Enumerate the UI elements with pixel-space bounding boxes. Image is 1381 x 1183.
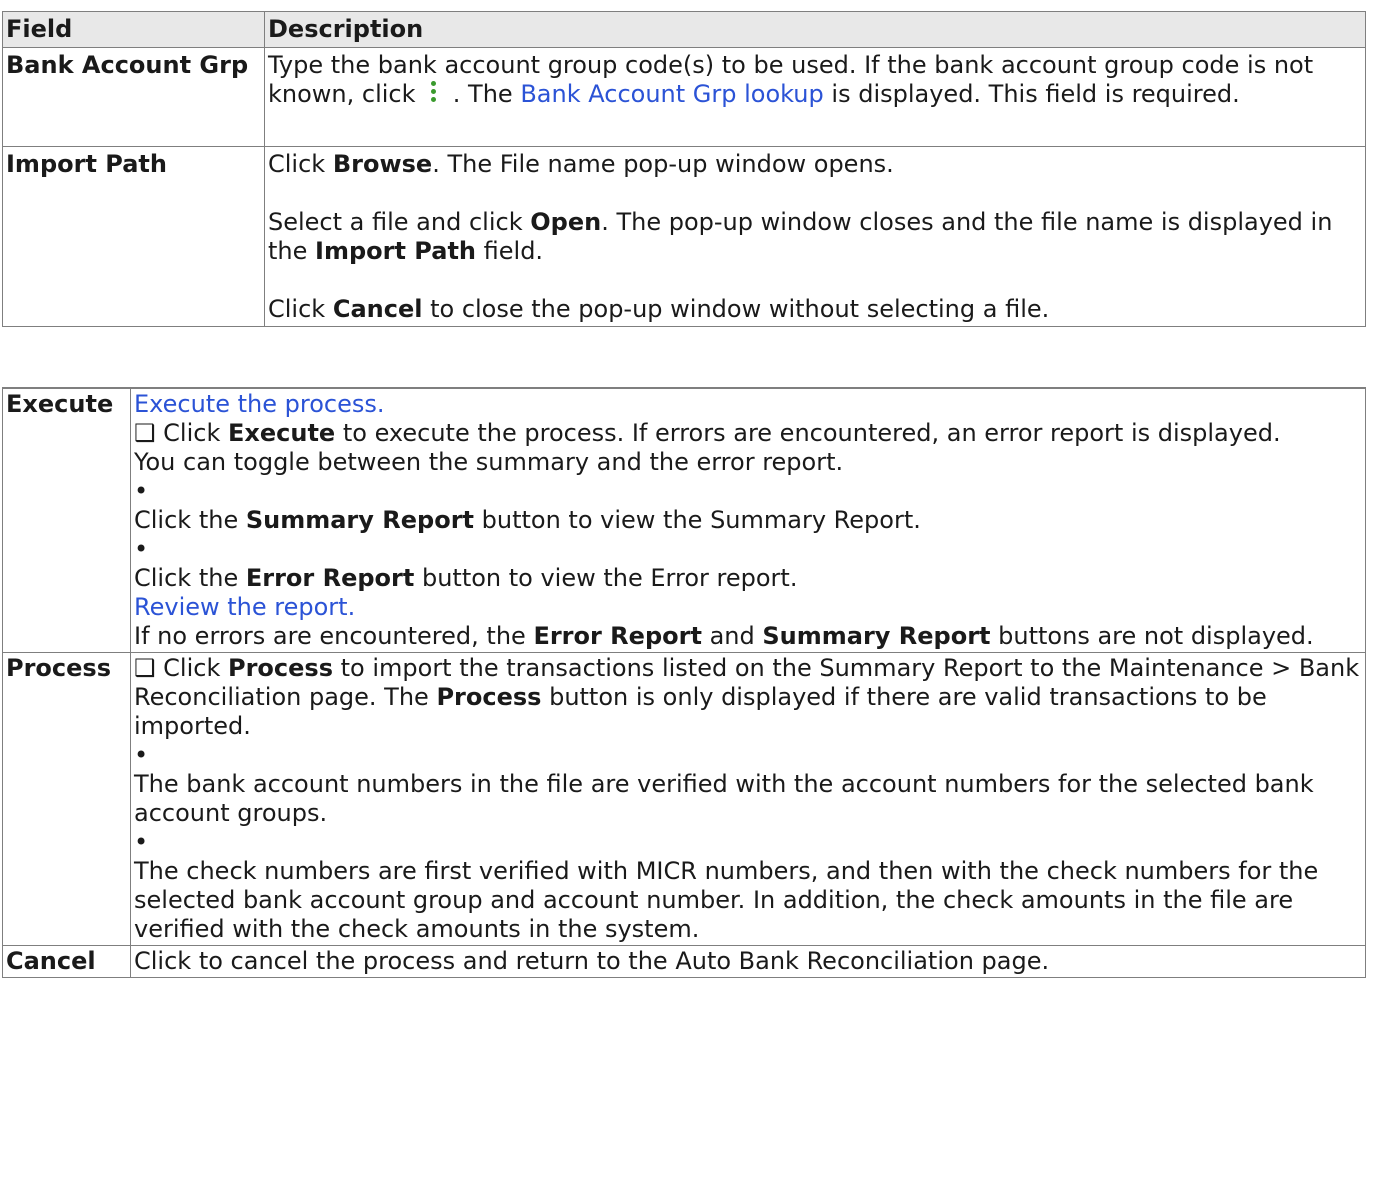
description-process: ❑ Click Process to import the transactio… bbox=[130, 652, 1366, 946]
summary-report-term: Summary Report bbox=[245, 506, 474, 534]
header-description: Description bbox=[264, 11, 1366, 48]
execute-term: Execute bbox=[227, 419, 336, 447]
process-term: Process bbox=[227, 654, 333, 682]
import-path-term: Import Path bbox=[315, 237, 476, 265]
cancel-term: Cancel bbox=[332, 295, 423, 323]
bullet-icon: • bbox=[134, 535, 149, 563]
browse-term: Browse bbox=[332, 150, 433, 178]
error-report-term: Error Report bbox=[245, 564, 415, 592]
bank-account-grp-lookup-link[interactable]: Bank Account Grp lookup bbox=[520, 80, 823, 108]
table-row: Execute Execute the process. ❑ Click Exe… bbox=[2, 387, 1366, 653]
open-term: Open bbox=[530, 208, 602, 236]
table-row: Bank Account Grp Type the bank account g… bbox=[2, 47, 1366, 147]
review-report-link[interactable]: Review the report. bbox=[134, 593, 1362, 622]
summary-report-term: Summary Report bbox=[762, 622, 991, 650]
execute-process-link[interactable]: Execute the process. bbox=[134, 390, 1362, 419]
checkbox-icon: ❑ bbox=[134, 654, 156, 682]
field-import-path: Import Path bbox=[2, 146, 265, 327]
field-cancel: Cancel bbox=[2, 945, 131, 978]
checkbox-icon: ❑ bbox=[134, 419, 156, 447]
field-description-table: Field Description Bank Account Grp Type … bbox=[2, 11, 1366, 327]
kebab-lookup-icon[interactable] bbox=[423, 80, 445, 104]
process-term: Process bbox=[436, 683, 542, 711]
bullet-icon: • bbox=[134, 477, 149, 505]
field-bank-account-grp: Bank Account Grp bbox=[2, 47, 265, 147]
error-report-term: Error Report bbox=[533, 622, 702, 650]
table-row: Cancel Click to cancel the process and r… bbox=[2, 945, 1366, 978]
description-cancel: Click to cancel the process and return t… bbox=[130, 945, 1366, 978]
description-import-path: Click Browse. The File name pop-up windo… bbox=[264, 146, 1366, 327]
table-header-row: Field Description bbox=[2, 11, 1366, 48]
bullet-icon: • bbox=[134, 828, 149, 856]
header-field: Field bbox=[2, 11, 265, 48]
description-bank-account-grp: Type the bank account group code(s) to b… bbox=[264, 47, 1366, 147]
field-process: Process bbox=[2, 652, 131, 946]
field-execute: Execute bbox=[2, 387, 131, 653]
actions-table: Execute Execute the process. ❑ Click Exe… bbox=[2, 387, 1366, 978]
bullet-icon: • bbox=[134, 741, 149, 769]
table-row: Import Path Click Browse. The File name … bbox=[2, 146, 1366, 327]
table-row: Process ❑ Click Process to import the tr… bbox=[2, 652, 1366, 946]
description-execute: Execute the process. ❑ Click Execute to … bbox=[130, 387, 1366, 653]
